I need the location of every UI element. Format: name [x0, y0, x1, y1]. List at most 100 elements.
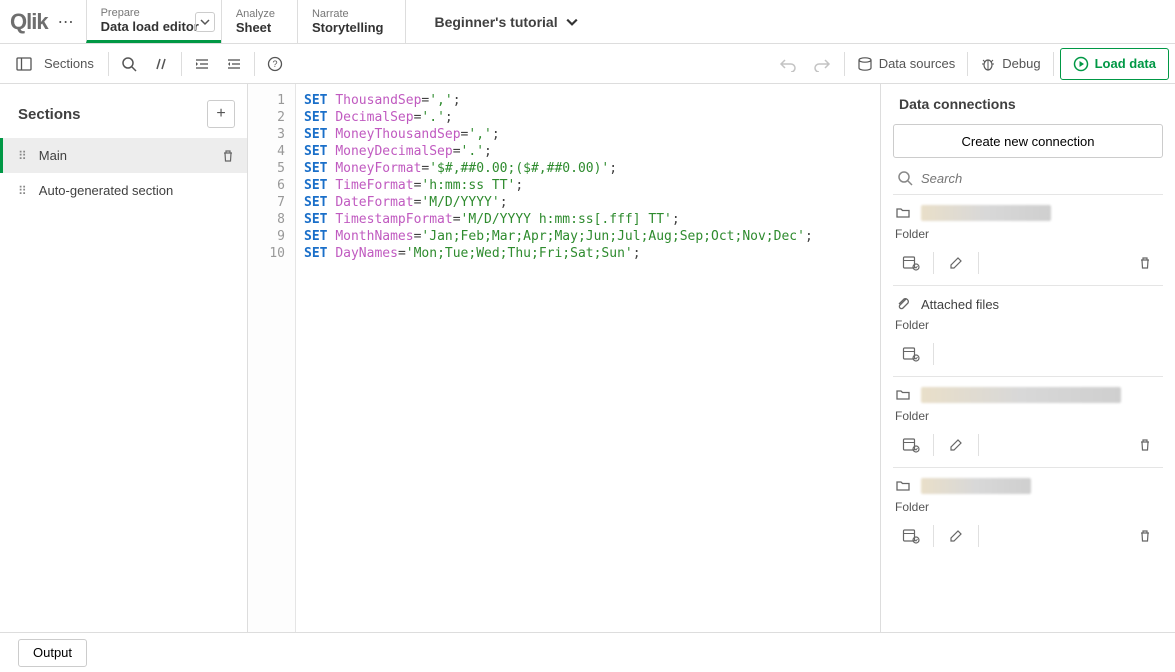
drag-handle-icon[interactable]: ⠿: [18, 184, 27, 198]
connection-name-redacted: [921, 387, 1121, 403]
comment-slash-icon: [153, 56, 169, 72]
comment-button[interactable]: [145, 49, 177, 79]
connection-type: Folder: [895, 496, 1161, 520]
data-sources-button[interactable]: Data sources: [851, 49, 962, 79]
nav-narrate-big: Storytelling: [312, 20, 384, 35]
folder-icon: [895, 205, 911, 221]
line-gutter: 12345678910: [248, 84, 296, 632]
load-data-button[interactable]: Load data: [1060, 48, 1169, 80]
folder-icon: [895, 478, 911, 494]
svg-text:?: ?: [272, 59, 277, 69]
sidebar: Sections + ⠿ Main ⠿ Auto-generated secti…: [0, 84, 248, 632]
nav-prepare-big: Data load editor: [101, 19, 199, 34]
select-data-button[interactable]: [895, 340, 927, 368]
nav-analyze-big: Sheet: [236, 20, 275, 35]
help-button[interactable]: ?: [259, 49, 291, 79]
delete-connection-button[interactable]: [1129, 431, 1161, 459]
sidebar-title: Sections: [18, 106, 81, 123]
connection-type: Folder: [895, 405, 1161, 429]
debug-label: Debug: [1002, 56, 1040, 71]
topbar: Qlik ⋯ Prepare Data load editor Analyze …: [0, 0, 1175, 44]
app-title[interactable]: Beginner's tutorial: [405, 0, 1175, 43]
search-button[interactable]: [113, 49, 145, 79]
trash-icon[interactable]: [221, 149, 235, 163]
separator: [254, 52, 255, 76]
nav-narrate[interactable]: Narrate Storytelling: [297, 0, 406, 43]
code-editor[interactable]: 12345678910 SET ThousandSep=','; SET Dec…: [248, 84, 881, 632]
section-item[interactable]: ⠿ Auto-generated section: [0, 173, 247, 208]
nav-prepare-small: Prepare: [101, 7, 199, 19]
undo-icon: [779, 56, 797, 72]
logo-area: Qlik ⋯: [0, 0, 86, 43]
nav-analyze[interactable]: Analyze Sheet: [221, 0, 297, 43]
connection-item: Folder: [893, 194, 1163, 285]
connection-name: Attached files: [921, 297, 999, 312]
redo-icon: [813, 56, 831, 72]
connection-item: Folder: [893, 376, 1163, 467]
load-data-label: Load data: [1095, 56, 1156, 71]
connections-search-input[interactable]: [921, 171, 1159, 186]
select-data-button[interactable]: [895, 431, 927, 459]
delete-connection-button[interactable]: [1129, 522, 1161, 550]
separator: [1053, 52, 1054, 76]
select-data-button[interactable]: [895, 249, 927, 277]
search-icon: [121, 56, 137, 72]
data-sources-label: Data sources: [879, 56, 956, 71]
play-circle-icon: [1073, 56, 1089, 72]
chevron-down-icon: [566, 16, 578, 28]
main: Sections + ⠿ Main ⠿ Auto-generated secti…: [0, 84, 1175, 632]
separator: [967, 52, 968, 76]
indent-button[interactable]: [186, 49, 218, 79]
connection-name-redacted: [921, 478, 1031, 494]
edit-connection-button[interactable]: [940, 249, 972, 277]
redo-button[interactable]: [806, 49, 838, 79]
connection-name-redacted: [921, 205, 1051, 221]
outdent-button[interactable]: [218, 49, 250, 79]
outdent-icon: [226, 56, 242, 72]
section-name: Auto-generated section: [39, 183, 235, 198]
section-item[interactable]: ⠿ Main: [0, 138, 247, 173]
connections-title: Data connections: [893, 96, 1163, 112]
select-data-button[interactable]: [895, 522, 927, 550]
edit-connection-button[interactable]: [940, 522, 972, 550]
undo-button[interactable]: [772, 49, 804, 79]
database-icon: [857, 56, 873, 72]
nav-prepare[interactable]: Prepare Data load editor: [86, 0, 221, 43]
connection-type: Folder: [895, 314, 1161, 338]
connection-item: Attached files Folder: [893, 285, 1163, 376]
folder-icon: [895, 387, 911, 403]
separator: [844, 52, 845, 76]
indent-icon: [194, 56, 210, 72]
section-name: Main: [39, 148, 209, 163]
separator: [181, 52, 182, 76]
create-connection-button[interactable]: Create new connection: [893, 124, 1163, 158]
edit-connection-button[interactable]: [940, 431, 972, 459]
debug-button[interactable]: Debug: [974, 49, 1046, 79]
add-section-button[interactable]: +: [207, 100, 235, 128]
code-area[interactable]: SET ThousandSep=','; SET DecimalSep='.';…: [296, 84, 880, 632]
panel-left-icon: [16, 56, 32, 72]
connections-panel: Data connections Create new connection F…: [881, 84, 1175, 632]
drag-handle-icon[interactable]: ⠿: [18, 149, 27, 163]
connection-type: Folder: [895, 223, 1161, 247]
sidebar-header: Sections +: [0, 92, 247, 138]
app-title-text: Beginner's tutorial: [434, 14, 557, 30]
chevron-down-icon[interactable]: [195, 12, 215, 32]
sections-toggle-label: Sections: [44, 56, 94, 71]
attach-icon: [895, 296, 911, 312]
bug-icon: [980, 56, 996, 72]
qlik-logo: Qlik: [10, 9, 48, 35]
separator: [108, 52, 109, 76]
output-button[interactable]: Output: [18, 639, 87, 667]
more-menu-icon[interactable]: ⋯: [58, 12, 74, 32]
nav-narrate-small: Narrate: [312, 8, 384, 20]
search-icon: [897, 170, 913, 186]
toolbar: Sections ? Data sources Debug: [0, 44, 1175, 84]
connections-search[interactable]: [893, 158, 1163, 194]
help-icon: ?: [267, 56, 283, 72]
delete-connection-button[interactable]: [1129, 249, 1161, 277]
nav-analyze-small: Analyze: [236, 8, 275, 20]
sections-toggle-button[interactable]: Sections: [6, 49, 104, 79]
connection-item: Folder: [893, 467, 1163, 558]
footer: Output: [0, 632, 1175, 672]
